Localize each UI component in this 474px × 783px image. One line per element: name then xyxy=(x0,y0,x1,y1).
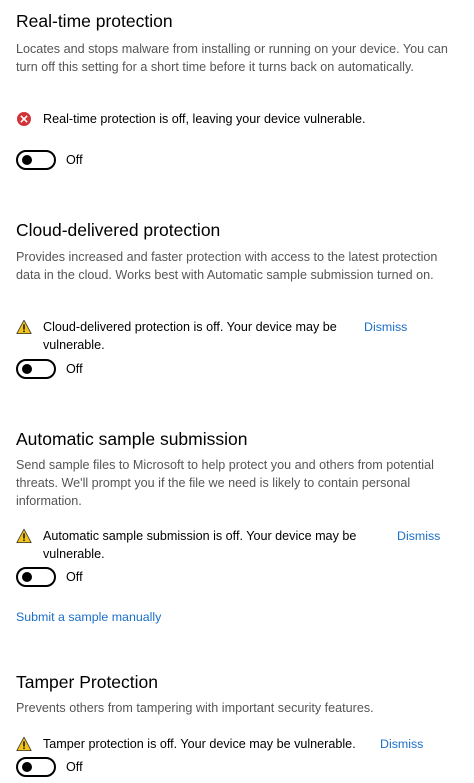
status-text: Real-time protection is off, leaving you… xyxy=(43,112,366,126)
warning-icon xyxy=(16,528,32,543)
toggle-state-label: Off xyxy=(66,570,83,584)
dismiss-link[interactable]: Dismiss xyxy=(397,527,440,545)
cloud-protection-section: Cloud-delivered protection Provides incr… xyxy=(16,219,461,379)
status-text: Automatic sample submission is off. Your… xyxy=(43,529,357,561)
tamper-protection-toggle[interactable] xyxy=(16,757,56,777)
toggle-knob xyxy=(22,572,32,582)
sample-submission-section: Automatic sample submission Send sample … xyxy=(16,428,461,587)
section-title: Cloud-delivered protection xyxy=(16,220,221,240)
submit-sample-manually-link[interactable]: Submit a sample manually xyxy=(16,608,161,626)
section-title: Tamper Protection xyxy=(16,672,159,692)
toggle-knob xyxy=(22,155,32,165)
section-description: Send sample files to Microsoft to help p… xyxy=(16,458,434,508)
realtime-protection-section: Real-time protection Locates and stops m… xyxy=(16,10,461,170)
error-icon xyxy=(17,112,31,126)
section-title: Real-time protection xyxy=(16,11,173,31)
section-description: Locates and stops malware from installin… xyxy=(16,42,448,74)
warning-icon xyxy=(16,736,32,751)
status-text: Tamper protection is off. Your device ma… xyxy=(43,737,356,751)
toggle-state-label: Off xyxy=(66,153,83,167)
toggle-state-label: Off xyxy=(66,760,83,774)
dismiss-link[interactable]: Dismiss xyxy=(380,735,423,753)
section-description: Prevents others from tampering with impo… xyxy=(16,701,374,715)
toggle-knob xyxy=(22,762,32,772)
section-description: Provides increased and faster protection… xyxy=(16,250,438,282)
warning-icon xyxy=(16,319,32,334)
cloud-protection-toggle[interactable] xyxy=(16,359,56,379)
tamper-protection-section: Tamper Protection Prevents others from t… xyxy=(16,671,461,777)
status-text: Cloud-delivered protection is off. Your … xyxy=(43,320,337,352)
toggle-knob xyxy=(22,364,32,374)
toggle-state-label: Off xyxy=(66,362,83,376)
realtime-protection-toggle[interactable] xyxy=(16,150,56,170)
dismiss-link[interactable]: Dismiss xyxy=(364,318,407,336)
sample-submission-toggle[interactable] xyxy=(16,567,56,587)
section-title: Automatic sample submission xyxy=(16,429,248,449)
